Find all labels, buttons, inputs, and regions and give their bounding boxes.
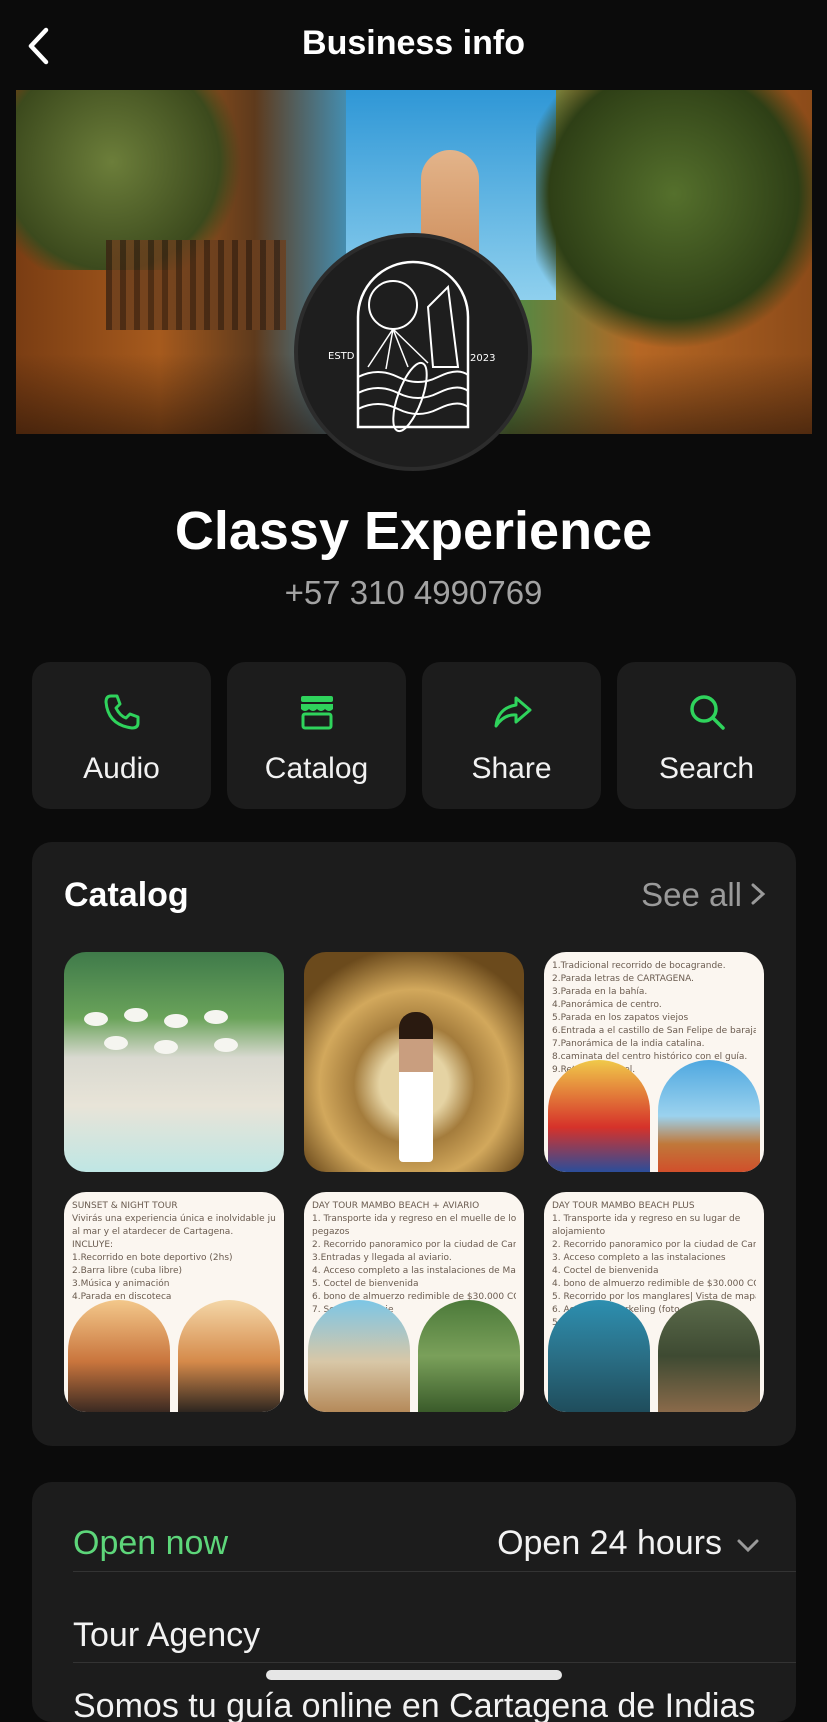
business-category: Tour Agency xyxy=(73,1616,261,1654)
action-row: Audio Catalog Share Search xyxy=(32,662,796,809)
catalog-label: Catalog xyxy=(264,752,369,785)
search-icon xyxy=(690,695,725,730)
share-arrow-icon xyxy=(494,696,532,728)
storefront-icon xyxy=(301,696,333,730)
share-label: Share xyxy=(471,752,552,785)
business-description: Somos tu guía online en Cartagena de Ind… xyxy=(73,1687,756,1722)
catalog-item-nest[interactable] xyxy=(304,952,524,1172)
audio-call-button[interactable]: Audio xyxy=(32,662,211,809)
chevron-down-icon xyxy=(736,1524,760,1563)
catalog-section: Catalog See all 1.Tradicional recorrido … xyxy=(32,842,796,1446)
catalog-item-mambo-plus[interactable]: DAY TOUR MAMBO BEACH PLUS 1. Transporte i… xyxy=(544,1192,764,1412)
page-title: Business info xyxy=(302,24,525,62)
catalog-item-sunset-tour[interactable]: SUNSET & NIGHT TOUR Vivirás una experienc… xyxy=(64,1192,284,1412)
catalog-item-city-tour[interactable]: 1.Tradicional recorrido de bocagrande. 2.… xyxy=(544,952,764,1172)
chevron-right-icon xyxy=(750,876,766,914)
hours-dropdown[interactable]: Open 24 hours xyxy=(497,1524,760,1563)
open-status: Open now xyxy=(73,1524,228,1562)
catalog-item-beach-club[interactable] xyxy=(64,952,284,1172)
sunset-tour-text: SUNSET & NIGHT TOUR Vivirás una experienc… xyxy=(72,1201,276,1302)
catalog-title: Catalog xyxy=(64,876,189,914)
svg-text:ESTD: ESTD xyxy=(328,351,355,362)
see-all-link[interactable]: See all xyxy=(641,876,766,914)
svg-text:2023: 2023 xyxy=(470,353,495,364)
city-tour-text: 1.Tradicional recorrido de bocagrande. 2.… xyxy=(552,961,756,1075)
divider xyxy=(73,1662,796,1663)
home-indicator[interactable] xyxy=(266,1670,562,1680)
header: Business info xyxy=(0,0,827,92)
business-name: Classy Experience xyxy=(174,501,653,561)
mambo-aviario-text: DAY TOUR MAMBO BEACH + AVIARIO 1. Transpo… xyxy=(312,1201,516,1315)
catalog-item-mambo-aviario[interactable]: DAY TOUR MAMBO BEACH + AVIARIO 1. Transpo… xyxy=(304,1192,524,1412)
divider xyxy=(73,1571,796,1572)
audio-label: Audio xyxy=(83,752,160,785)
share-button[interactable]: Share xyxy=(422,662,601,809)
catalog-button[interactable]: Catalog xyxy=(227,662,406,809)
search-label: Search xyxy=(658,752,755,785)
business-logo[interactable]: ESTD 2023 xyxy=(294,233,532,471)
search-button[interactable]: Search xyxy=(617,662,796,809)
business-info-section: Open now Open 24 hours Tour Agency Somos… xyxy=(32,1482,796,1722)
business-phone[interactable]: +57 310 4990769 xyxy=(0,574,827,612)
logo-emblem-icon: ESTD 2023 xyxy=(328,260,495,433)
phone-icon xyxy=(104,694,140,730)
